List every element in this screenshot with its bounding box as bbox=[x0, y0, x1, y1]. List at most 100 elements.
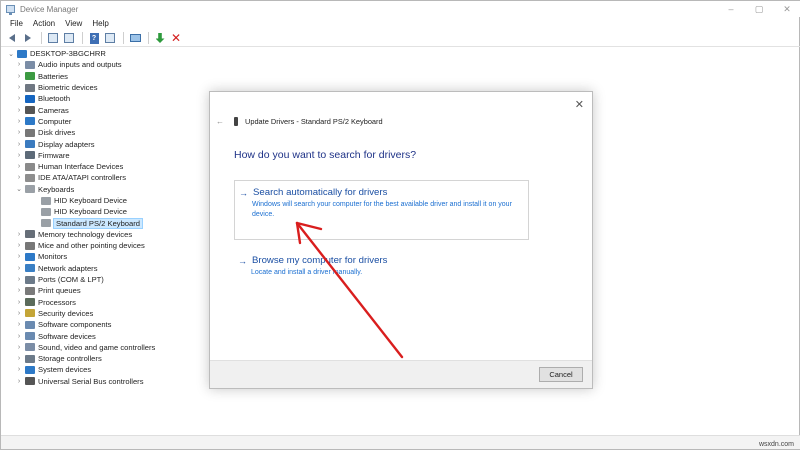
device-category-icon bbox=[25, 230, 35, 239]
chevron-right-icon[interactable]: › bbox=[15, 118, 23, 125]
tree-root[interactable]: ⌄ DESKTOP-3BGCHRR bbox=[1, 48, 800, 59]
tree-item-label: Computer bbox=[38, 116, 72, 126]
help-button[interactable]: ? bbox=[87, 32, 101, 45]
view-icon bbox=[105, 33, 115, 43]
menu-file[interactable]: File bbox=[5, 19, 28, 28]
chevron-right-icon[interactable]: › bbox=[15, 231, 23, 238]
chevron-right-icon[interactable]: › bbox=[15, 73, 23, 80]
tree-item-label: System devices bbox=[38, 365, 92, 375]
dialog-title: Update Drivers - Standard PS/2 Keyboard bbox=[245, 117, 383, 126]
chevron-right-icon[interactable]: › bbox=[15, 242, 23, 249]
dialog-footer: Cancel bbox=[210, 360, 592, 388]
chevron-right-icon[interactable]: › bbox=[15, 253, 23, 260]
chevron-right-icon[interactable]: › bbox=[15, 321, 23, 328]
device-category-icon bbox=[25, 241, 35, 250]
search-automatically-option[interactable]: → Search automatically for drivers Windo… bbox=[234, 180, 529, 240]
device-category-icon bbox=[25, 185, 35, 194]
chevron-right-icon[interactable]: › bbox=[15, 152, 23, 159]
tree-item-label: HID Keyboard Device bbox=[54, 196, 128, 205]
chevron-right-icon[interactable]: › bbox=[15, 95, 23, 102]
tree-item-label: Batteries bbox=[38, 71, 68, 81]
toolbar-separator bbox=[82, 32, 83, 44]
tree-item-label: Software devices bbox=[38, 331, 96, 341]
tree-root-label: DESKTOP-3BGCHRR bbox=[30, 49, 106, 59]
chevron-right-icon[interactable]: › bbox=[15, 129, 23, 136]
chevron-right-icon[interactable]: › bbox=[15, 141, 23, 148]
toolbar-separator bbox=[123, 32, 124, 44]
menu-bar: File Action View Help bbox=[1, 17, 800, 30]
option-title: Search automatically for drivers bbox=[253, 187, 388, 198]
chevron-right-icon[interactable]: › bbox=[15, 61, 23, 68]
device-category-icon bbox=[25, 117, 35, 126]
chevron-right-icon[interactable]: › bbox=[15, 84, 23, 91]
device-category-icon bbox=[25, 320, 35, 329]
menu-action[interactable]: Action bbox=[28, 19, 60, 28]
tree-item-label: Bluetooth bbox=[38, 94, 71, 104]
title-bar: Device Manager – ▢ ✕ bbox=[1, 1, 800, 17]
chevron-down-icon[interactable]: ⌄ bbox=[7, 50, 15, 58]
dialog-back-button[interactable]: ← bbox=[216, 117, 224, 126]
device-category-icon bbox=[25, 252, 35, 261]
chevron-right-icon[interactable]: › bbox=[15, 287, 23, 294]
tree-item-label: Standard PS/2 Keyboard bbox=[52, 217, 144, 229]
chevron-right-icon[interactable]: › bbox=[15, 355, 23, 362]
menu-help[interactable]: Help bbox=[87, 19, 113, 28]
view-button[interactable] bbox=[103, 32, 117, 45]
chevron-right-icon[interactable]: › bbox=[15, 344, 23, 351]
forward-icon bbox=[25, 34, 31, 42]
toolbar: ? ✕ bbox=[1, 30, 800, 47]
chevron-right-icon[interactable]: › bbox=[15, 163, 23, 170]
device-category-icon bbox=[25, 72, 35, 81]
chevron-right-icon[interactable]: › bbox=[15, 299, 23, 306]
forward-button[interactable] bbox=[21, 32, 35, 45]
update-drivers-dialog: ✕ ← Update Drivers - Standard PS/2 Keybo… bbox=[209, 91, 593, 389]
chevron-right-icon[interactable]: › bbox=[15, 174, 23, 181]
option-title: Browse my computer for drivers bbox=[252, 255, 388, 266]
tree-item-label: Human Interface Devices bbox=[38, 162, 124, 172]
chevron-right-icon[interactable]: › bbox=[15, 333, 23, 340]
chevron-right-icon[interactable]: › bbox=[15, 265, 23, 272]
cancel-button[interactable]: Cancel bbox=[539, 367, 583, 382]
restore-button[interactable]: ▢ bbox=[745, 1, 773, 17]
tree-item-label: Security devices bbox=[38, 308, 94, 318]
option-description: Locate and install a driver manually. bbox=[251, 269, 363, 276]
tree-item-label: Memory technology devices bbox=[38, 229, 133, 239]
show-hide-tree-button[interactable] bbox=[46, 32, 60, 45]
device-category-icon bbox=[41, 207, 51, 216]
device-category-icon bbox=[25, 151, 35, 160]
chevron-right-icon[interactable]: › bbox=[15, 107, 23, 114]
tree-category[interactable]: › Audio inputs and outputs bbox=[1, 59, 800, 70]
option-title-row: → Browse my computer for drivers bbox=[238, 255, 529, 266]
scan-hardware-icon bbox=[129, 34, 141, 42]
tree-item-label: Sound, video and game controllers bbox=[38, 342, 156, 352]
minimize-button[interactable]: – bbox=[717, 1, 745, 17]
update-driver-button[interactable] bbox=[153, 32, 167, 45]
browse-computer-option[interactable]: → Browse my computer for drivers Locate … bbox=[234, 255, 529, 283]
tree-item-label: Processors bbox=[38, 297, 76, 307]
properties-button[interactable] bbox=[62, 32, 76, 45]
chevron-down-icon[interactable]: ⌄ bbox=[15, 185, 23, 193]
scan-hardware-button[interactable] bbox=[128, 32, 142, 45]
arrow-right-icon: → bbox=[238, 255, 247, 266]
chevron-right-icon[interactable]: › bbox=[15, 366, 23, 373]
device-category-icon bbox=[25, 332, 35, 341]
tree-item-label: Display adapters bbox=[38, 139, 95, 149]
chevron-right-icon[interactable]: › bbox=[15, 378, 23, 385]
chevron-right-icon[interactable]: › bbox=[15, 276, 23, 283]
device-category-icon bbox=[25, 377, 35, 386]
close-button[interactable]: ✕ bbox=[773, 1, 800, 17]
toolbar-separator bbox=[148, 32, 149, 44]
menu-view[interactable]: View bbox=[60, 19, 87, 28]
computer-icon bbox=[17, 49, 27, 58]
device-category-icon bbox=[25, 162, 35, 171]
window-title: Device Manager bbox=[20, 4, 79, 14]
device-category-icon bbox=[25, 128, 35, 137]
device-category-icon bbox=[25, 94, 35, 103]
back-icon bbox=[9, 34, 15, 42]
uninstall-device-button[interactable]: ✕ bbox=[169, 32, 183, 45]
chevron-right-icon[interactable]: › bbox=[15, 310, 23, 317]
tree-category[interactable]: › Batteries bbox=[1, 71, 800, 82]
back-button[interactable] bbox=[5, 32, 19, 45]
dialog-close-button[interactable]: ✕ bbox=[575, 98, 584, 111]
tree-item-label: Ports (COM & LPT) bbox=[38, 275, 104, 285]
